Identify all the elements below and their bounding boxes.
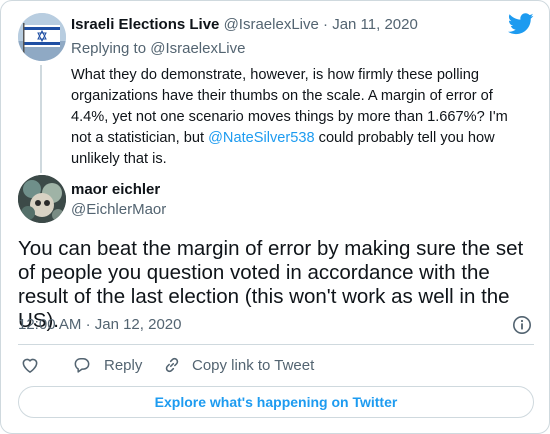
parent-author-handle[interactable]: @IsraelexLive xyxy=(224,16,319,33)
parent-tweet-date[interactable]: Jan 11, 2020 xyxy=(332,16,418,33)
timestamp-separator: · xyxy=(85,316,91,333)
reply-label: Reply xyxy=(104,356,143,374)
copy-link-label: Copy link to Tweet xyxy=(192,356,315,374)
parent-author-name[interactable]: Israeli Elections Live xyxy=(71,16,219,33)
link-icon xyxy=(165,357,179,373)
parent-author-avatar[interactable] xyxy=(18,13,66,61)
info-icon[interactable] xyxy=(512,315,532,335)
main-tweet-timestamp[interactable]: 12:00 AM · Jan 12, 2020 xyxy=(18,316,181,333)
mention-link[interactable]: @NateSilver538 xyxy=(208,130,314,146)
thread-connector-line xyxy=(40,65,42,173)
parent-tweet-header: Israeli Elections Live @IsraelexLive · J… xyxy=(71,16,418,33)
parent-date-separator: · xyxy=(323,16,329,33)
explore-twitter-button[interactable]: Explore what's happening on Twitter xyxy=(18,386,534,418)
heart-icon xyxy=(22,358,38,373)
main-author-handle[interactable]: @EichlerMaor xyxy=(71,201,166,218)
reply-bubble-icon xyxy=(74,358,90,373)
replying-to-label: Replying to xyxy=(71,40,151,57)
like-button[interactable] xyxy=(20,353,40,377)
replying-to-handle[interactable]: @IsraelexLive xyxy=(150,40,245,57)
tweet-time: 12:00 AM xyxy=(18,316,82,333)
twitter-bird-icon[interactable] xyxy=(508,13,534,35)
main-author-avatar[interactable] xyxy=(18,175,66,223)
parent-tweet-text: What they do demonstrate, however, is ho… xyxy=(71,65,521,170)
actions-divider xyxy=(18,344,534,345)
reply-button[interactable]: Reply xyxy=(72,353,142,377)
embedded-tweet-card: Israeli Elections Live @IsraelexLive · J… xyxy=(0,0,550,434)
main-author-name[interactable]: maor eichler xyxy=(71,181,160,198)
copy-link-button[interactable]: Copy link to Tweet xyxy=(162,353,314,377)
tweet-date: Jan 12, 2020 xyxy=(94,316,182,333)
replying-to-line: Replying to @IsraelexLive xyxy=(71,40,246,57)
